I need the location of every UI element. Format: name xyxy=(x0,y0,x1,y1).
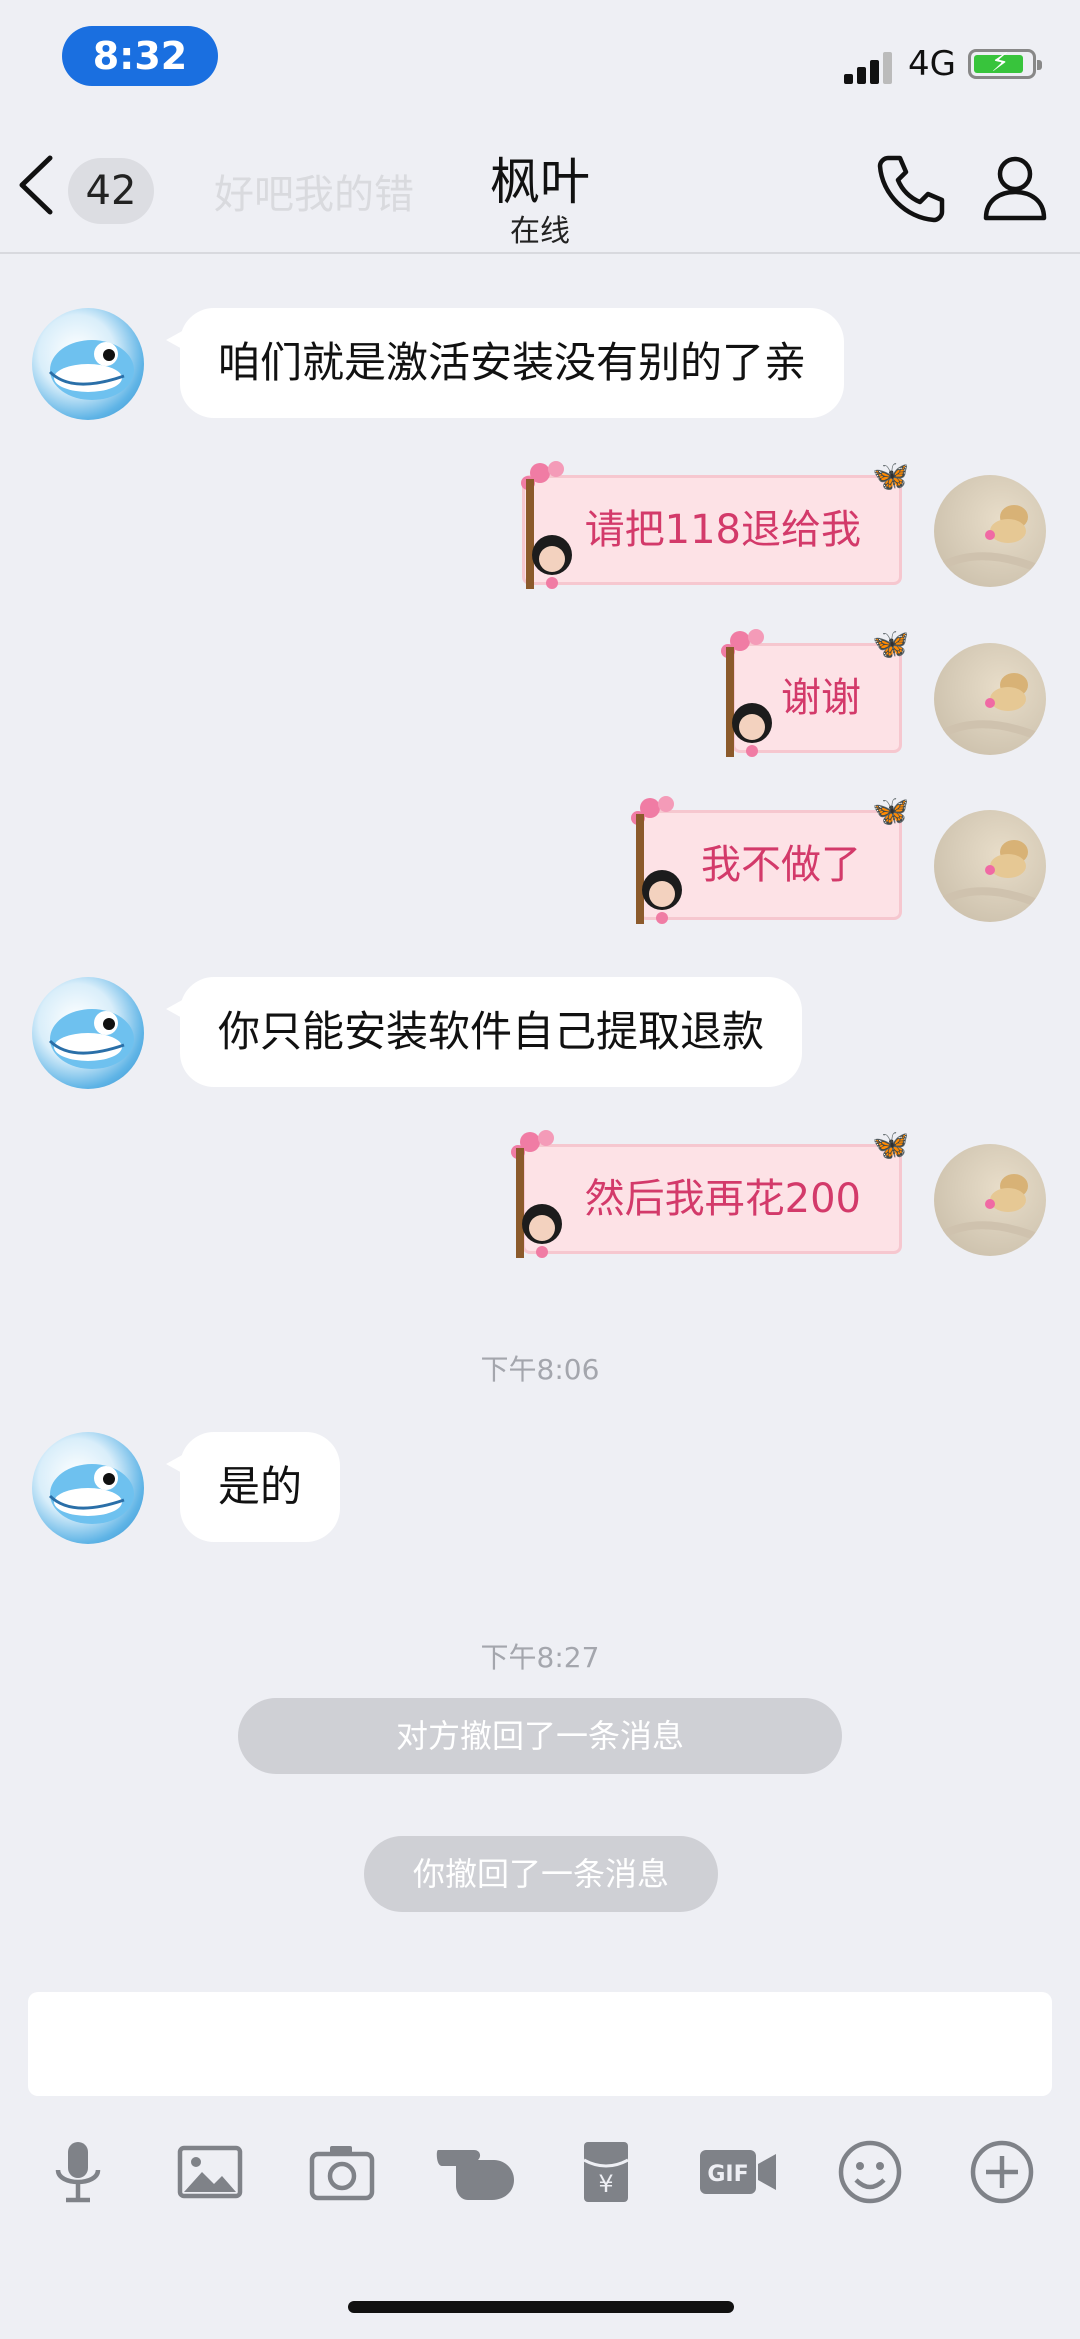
status-time: 8:32 xyxy=(62,26,218,86)
emoji-icon[interactable] xyxy=(834,2136,906,2208)
message-bubble[interactable]: 我不做了 xyxy=(638,810,902,920)
profile-icon[interactable] xyxy=(980,152,1050,222)
system-message: 你撤回了一条消息 xyxy=(364,1836,718,1912)
red-packet-icon[interactable]: ¥ xyxy=(570,2136,642,2208)
microphone-icon[interactable] xyxy=(42,2136,114,2208)
message-input[interactable] xyxy=(28,1992,1052,2096)
image-icon[interactable] xyxy=(174,2136,246,2208)
poke-hand-icon[interactable] xyxy=(434,2136,520,2208)
system-message: 对方撤回了一条消息 xyxy=(238,1698,842,1774)
phone-icon[interactable] xyxy=(874,150,948,224)
svg-text:¥: ¥ xyxy=(598,2170,613,2198)
gif-icon[interactable]: GIF xyxy=(696,2136,780,2208)
contact-avatar[interactable] xyxy=(32,977,144,1089)
message-bubble[interactable]: 然后我再花200 xyxy=(521,1144,902,1254)
message-bubble[interactable]: 咱们就是激活安装没有别的了亲 xyxy=(165,308,845,418)
message-bubble[interactable]: 谢谢 xyxy=(732,643,902,753)
svg-text:GIF: GIF xyxy=(707,2162,748,2187)
contact-avatar[interactable] xyxy=(32,1432,144,1544)
chat-header: 42 好吧我的错 枫叶 在线 xyxy=(0,110,1080,254)
contact-avatar[interactable] xyxy=(32,308,144,420)
camera-icon[interactable] xyxy=(306,2136,378,2208)
message-bubble[interactable]: 请把118退给我 xyxy=(521,475,902,585)
home-indicator xyxy=(348,2301,734,2313)
my-avatar[interactable] xyxy=(934,643,1046,755)
input-toolbar: ¥ GIF xyxy=(0,2120,1080,2220)
timestamp: 下午8:06 xyxy=(480,1353,600,1386)
battery-charging-icon: ⚡ xyxy=(968,48,1042,79)
my-avatar[interactable] xyxy=(934,1144,1046,1256)
my-avatar[interactable] xyxy=(934,475,1046,587)
plus-icon[interactable] xyxy=(966,2136,1038,2208)
message-bubble[interactable]: 是的 xyxy=(165,1432,341,1542)
my-avatar[interactable] xyxy=(934,810,1046,922)
network-type: 4G xyxy=(908,44,956,84)
timestamp: 下午8:27 xyxy=(480,1641,600,1674)
status-bar: 8:32 4G ⚡ xyxy=(0,0,1080,110)
signal-icon xyxy=(844,50,896,84)
message-bubble[interactable]: 你只能安装软件自己提取退款 xyxy=(165,977,803,1087)
